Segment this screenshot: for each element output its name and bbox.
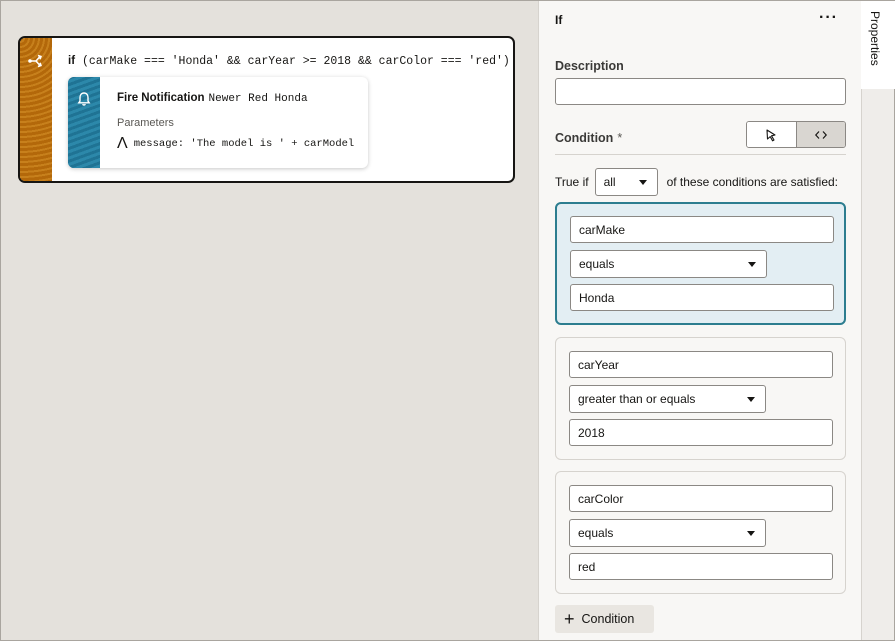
condition-operator-value: equals [579,257,614,271]
description-field[interactable] [555,78,846,105]
tab-properties[interactable]: Properties [861,1,895,89]
condition-operator-select[interactable]: greater than or equals [569,385,766,413]
condition-value-input[interactable]: red [569,553,833,580]
fire-notification-node[interactable]: Fire Notification Newer Red Honda Paramet… [68,77,368,168]
properties-panel: If ··· Description Condition * True if al… [538,1,861,640]
match-mode-row: True if all of these conditions are sati… [555,168,838,196]
match-mode-value: all [604,175,616,189]
condition-operator-value: greater than or equals [578,392,695,406]
if-keyword: if [68,55,75,67]
panel-title: If [555,13,562,27]
if-condition-text: (carMake === 'Honda' && carYear >= 2018 … [82,55,510,68]
condition-value-input[interactable]: Honda [570,284,834,311]
required-marker: * [617,131,622,145]
condition-operator-value: equals [578,526,613,540]
if-node[interactable]: if (carMake === 'Honda' && carYear >= 20… [18,36,515,183]
notification-type: Fire Notification [117,92,205,104]
condition-group-caryear[interactable]: carYear greater than or equals 2018 [555,337,846,460]
code-icon [814,128,828,142]
code-mode-button[interactable] [796,122,846,147]
caret-down-icon [747,397,755,402]
caret-down-icon [748,262,756,267]
if-node-strip [20,38,52,181]
condition-label: Condition [555,131,613,145]
if-expression: if (carMake === 'Honda' && carYear >= 20… [68,55,510,68]
text-type-icon: Λ [117,135,128,153]
condition-operator-select[interactable]: equals [570,250,767,278]
plus-icon: + [564,610,575,628]
flow-canvas[interactable]: if (carMake === 'Honda' && carYear >= 20… [1,1,538,640]
condition-label-row: Condition * [555,131,622,145]
condition-mode-toggle[interactable] [746,121,846,148]
branch-icon [27,52,45,70]
more-options-icon[interactable]: ··· [819,9,838,27]
true-if-suffix: of these conditions are satisfied: [667,175,838,189]
right-rail: Properties [861,1,894,640]
condition-group-carcolor[interactable]: carColor equals red [555,471,846,594]
add-condition-label: Condition [582,612,635,626]
caret-down-icon [639,180,647,185]
condition-field-input[interactable]: carYear [569,351,833,378]
cursor-icon [764,128,778,142]
visual-mode-button[interactable] [747,122,796,147]
condition-field-input[interactable]: carColor [569,485,833,512]
notification-name: Newer Red Honda [209,93,308,105]
bell-icon [76,91,92,107]
caret-down-icon [747,531,755,536]
description-label: Description [555,59,624,73]
condition-value-input[interactable]: 2018 [569,419,833,446]
condition-operator-select[interactable]: equals [569,519,766,547]
parameter-value: message: 'The model is ' + carModel [134,138,355,150]
true-if-prefix: True if [555,175,589,189]
condition-group-carmake[interactable]: carMake equals Honda [555,202,846,325]
notification-heading: Fire Notification Newer Red Honda [117,92,308,105]
add-condition-button[interactable]: + Condition [555,605,654,633]
match-mode-select[interactable]: all [595,168,658,196]
tab-properties-label: Properties [868,11,882,66]
notification-node-strip [68,77,100,168]
condition-field-input[interactable]: carMake [570,216,834,243]
parameters-label: Parameters [117,117,174,129]
parameter-row: Λ message: 'The model is ' + carModel [117,135,354,153]
divider [555,154,846,155]
